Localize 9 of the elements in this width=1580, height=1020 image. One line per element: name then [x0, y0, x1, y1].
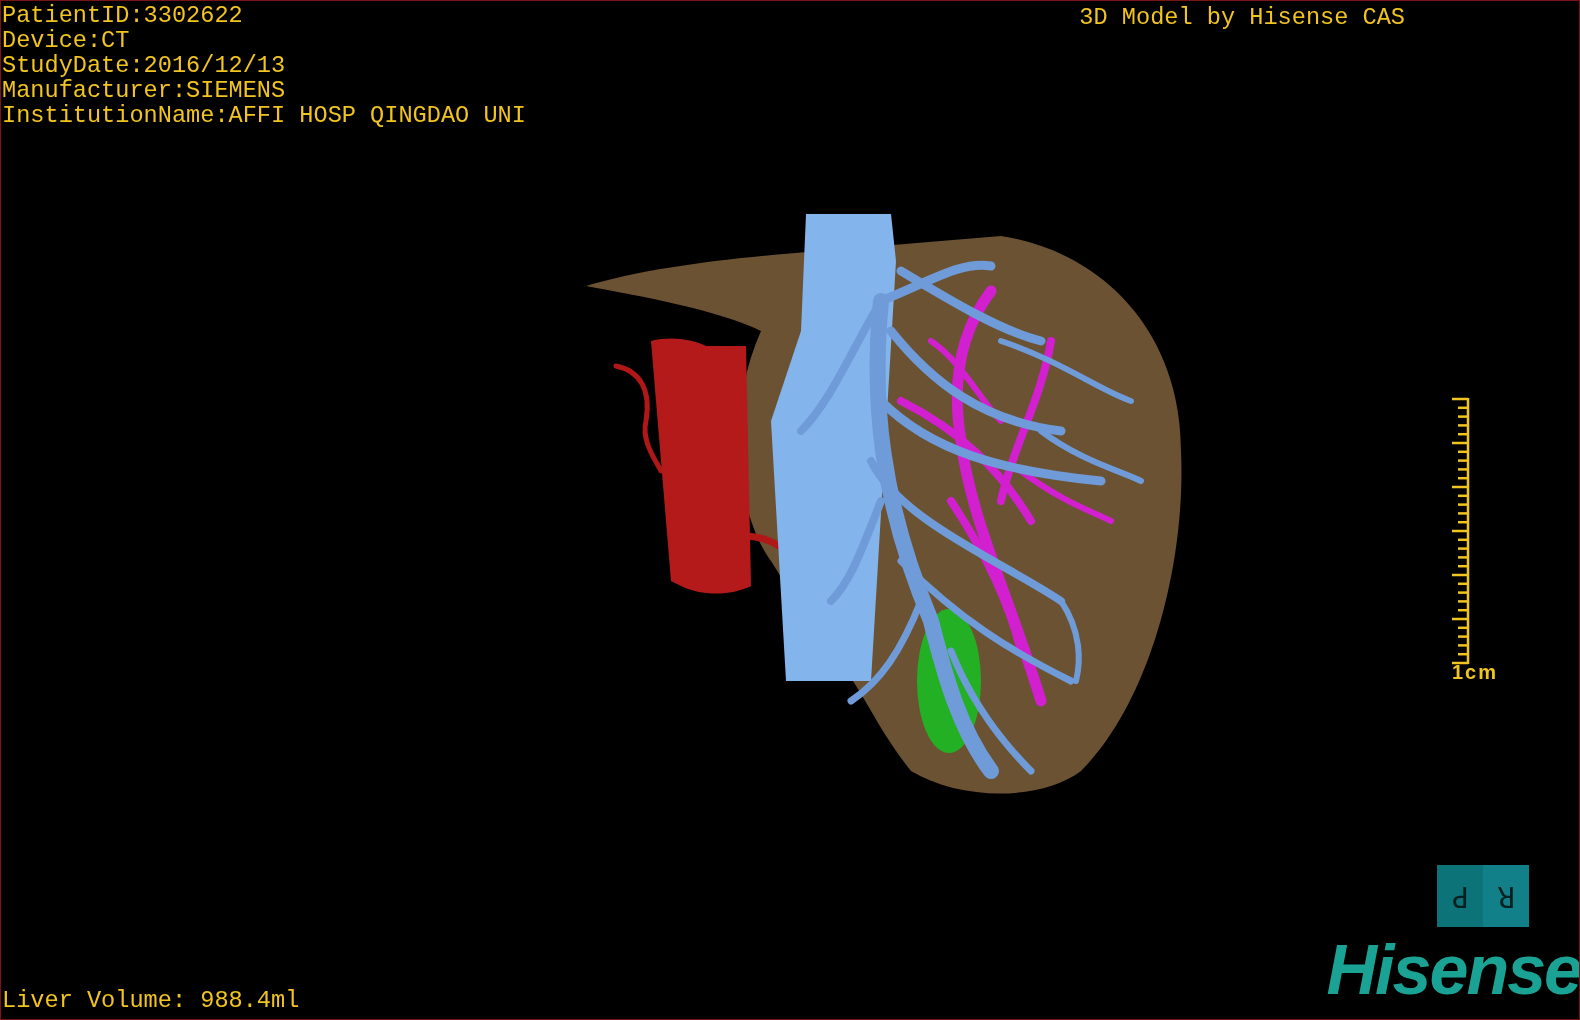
info-text: InstitutionName:AFFI HOSP QINGDAO UNI: [2, 103, 526, 128]
info-text: Manufacturer:SIEMENS: [2, 78, 287, 103]
info-text: PatientID:3302622: [2, 3, 244, 28]
model-title: 3D Model by Hisense CAS: [1079, 3, 1405, 33]
liver-volume-text: Liver Volume: 988.4ml: [1, 988, 300, 1016]
scale-label: 1cm: [1451, 661, 1498, 683]
brand-logo: Hisense: [1326, 935, 1579, 1011]
info-text: Device:CT: [2, 28, 131, 53]
info-text: StudyDate:2016/12/13: [2, 53, 287, 78]
